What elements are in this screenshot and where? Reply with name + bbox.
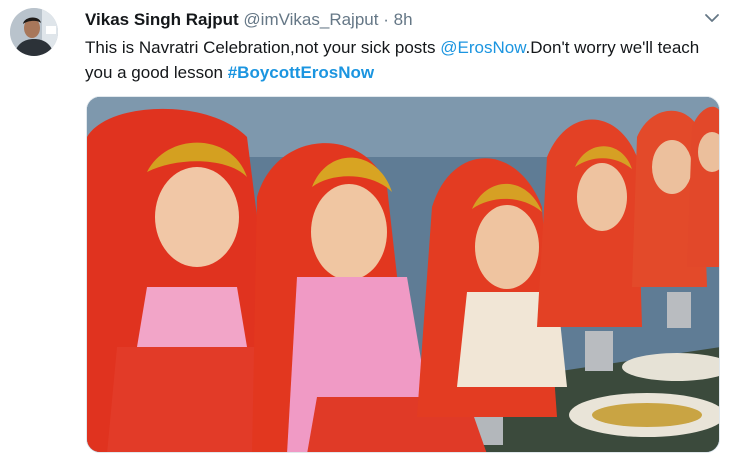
author-handle[interactable]: @imVikas_Rajput	[243, 10, 378, 29]
tweet-card[interactable]: Vikas Singh Rajput @imVikas_Rajput · 8h …	[0, 0, 734, 467]
mention-link[interactable]: @ErosNow	[440, 38, 525, 57]
avatar-photo	[10, 8, 58, 56]
photo-image	[87, 97, 719, 452]
tweet-text-part1: This is Navratri Celebration,not your si…	[85, 38, 441, 57]
hashtag-link[interactable]: #BoycottErosNow	[228, 63, 374, 82]
tweet-text: This is Navratri Celebration,not your si…	[85, 35, 725, 85]
author-name[interactable]: Vikas Singh Rajput	[85, 10, 239, 29]
tweet-header: Vikas Singh Rajput @imVikas_Rajput · 8h	[85, 9, 413, 31]
separator: ·	[383, 10, 389, 29]
timestamp[interactable]: 8h	[394, 10, 413, 29]
avatar[interactable]	[10, 8, 58, 56]
tweet-media-photo[interactable]	[86, 96, 720, 453]
chevron-down-icon[interactable]	[702, 10, 722, 28]
